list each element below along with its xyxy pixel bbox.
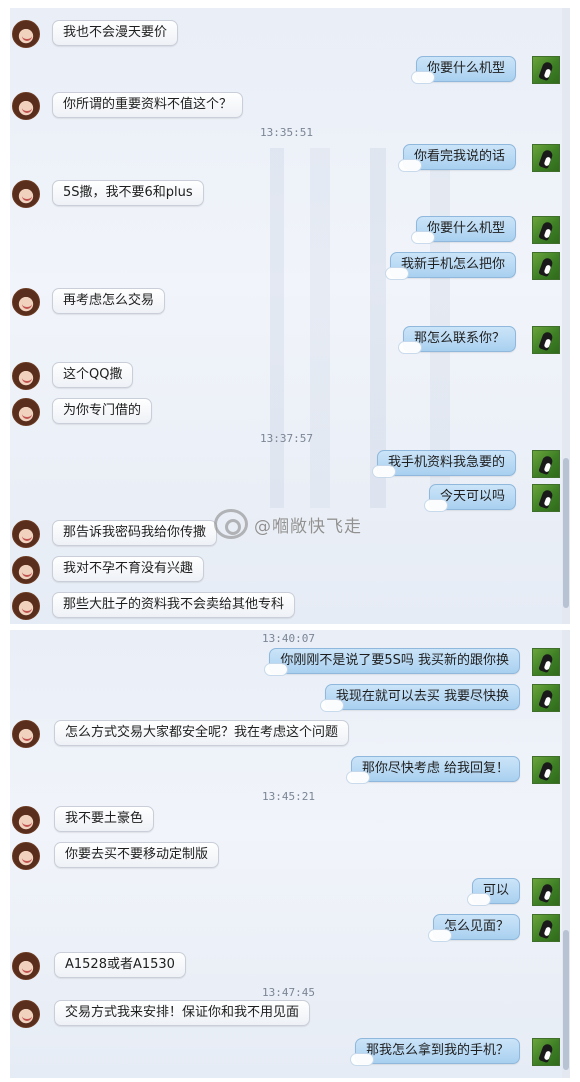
watermark-text: @嗰敞快飞走	[254, 516, 362, 537]
contact-avatar[interactable]	[12, 180, 40, 208]
incoming-message: 为你专门借的	[52, 398, 153, 424]
user-avatar[interactable]	[532, 684, 560, 712]
incoming-message: 这个QQ撒	[52, 362, 134, 388]
incoming-message: 你要去买不要移动定制版	[54, 842, 220, 868]
incoming-message: 那告诉我密码我给你传撒	[52, 520, 218, 546]
outgoing-message: 你刚刚不是说了要5S吗 我买新的跟你换	[264, 648, 520, 676]
outgoing-message: 我新手机怎么把你	[384, 252, 516, 280]
scroll-thumb[interactable]	[563, 458, 569, 608]
user-avatar[interactable]	[532, 1038, 560, 1066]
message-timestamp: 13:37:57	[260, 432, 313, 445]
outgoing-message: 你看完我说的话	[397, 144, 516, 172]
user-avatar[interactable]	[532, 648, 560, 676]
scrollbar[interactable]	[562, 8, 570, 624]
contact-avatar[interactable]	[12, 556, 40, 584]
contact-avatar[interactable]	[12, 592, 40, 620]
incoming-message: 怎么方式交易大家都安全呢？我在考虑这个问题	[54, 720, 350, 746]
weibo-watermark: @嗰敞快飞走	[214, 508, 362, 540]
outgoing-message: 今天可以吗	[423, 484, 516, 512]
user-avatar[interactable]	[532, 144, 560, 172]
incoming-message: 我不要土豪色	[54, 806, 155, 832]
contact-avatar[interactable]	[12, 520, 40, 548]
outgoing-message: 怎么见面？	[427, 914, 520, 942]
chat-panel-bottom: 13:40:07 你刚刚不是说了要5S吗 我买新的跟你换 我现在就可以去买 我要…	[10, 630, 570, 1078]
contact-avatar[interactable]	[12, 952, 40, 980]
contact-avatar[interactable]	[12, 720, 40, 748]
scrollbar[interactable]	[562, 630, 570, 1078]
contact-avatar[interactable]	[12, 362, 40, 390]
incoming-message: 我也不会漫天要价	[52, 20, 179, 46]
outgoing-message: 那我怎么拿到我的手机？	[349, 1038, 520, 1066]
contact-avatar[interactable]	[12, 288, 40, 316]
user-avatar[interactable]	[532, 878, 560, 906]
incoming-message: 我对不孕不育没有兴趣	[52, 556, 205, 582]
contact-avatar[interactable]	[12, 1000, 40, 1028]
incoming-message: 交易方式我来安排！保证你和我不用见面	[54, 1000, 311, 1026]
user-avatar[interactable]	[532, 252, 560, 280]
message-timestamp: 13:35:51	[260, 126, 313, 139]
weibo-icon	[214, 509, 248, 539]
outgoing-message: 你要什么机型	[410, 56, 516, 84]
scroll-thumb[interactable]	[563, 930, 569, 1070]
contact-avatar[interactable]	[12, 398, 40, 426]
incoming-message: 那些大肚子的资料我不会卖给其他专科	[52, 592, 296, 618]
outgoing-message: 那你尽快考虑 给我回复！	[345, 756, 520, 784]
incoming-message: 5S撒，我不要6和plus	[52, 180, 204, 206]
outgoing-message: 你要什么机型	[410, 216, 516, 244]
message-timestamp: 13:45:21	[262, 790, 315, 803]
contact-avatar[interactable]	[12, 20, 40, 48]
outgoing-message: 我手机资料我急要的	[371, 450, 516, 478]
incoming-message: 你所谓的重要资料不值这个？	[52, 92, 244, 118]
message-timestamp: 13:40:07	[262, 632, 315, 645]
outgoing-message: 那怎么联系你？	[397, 326, 516, 354]
message-timestamp: 13:47:45	[262, 986, 315, 999]
user-avatar[interactable]	[532, 914, 560, 942]
incoming-message: 再考虑怎么交易	[52, 288, 166, 314]
user-avatar[interactable]	[532, 484, 560, 512]
user-avatar[interactable]	[532, 216, 560, 244]
outgoing-message: 我现在就可以去买 我要尽快换	[319, 684, 520, 712]
user-avatar[interactable]	[532, 450, 560, 478]
contact-avatar[interactable]	[12, 806, 40, 834]
outgoing-message: 可以	[466, 878, 520, 906]
contact-avatar[interactable]	[12, 842, 40, 870]
incoming-message: A1528或者A1530	[54, 952, 186, 978]
contact-avatar[interactable]	[12, 92, 40, 120]
user-avatar[interactable]	[532, 756, 560, 784]
user-avatar[interactable]	[532, 56, 560, 84]
user-avatar[interactable]	[532, 326, 560, 354]
